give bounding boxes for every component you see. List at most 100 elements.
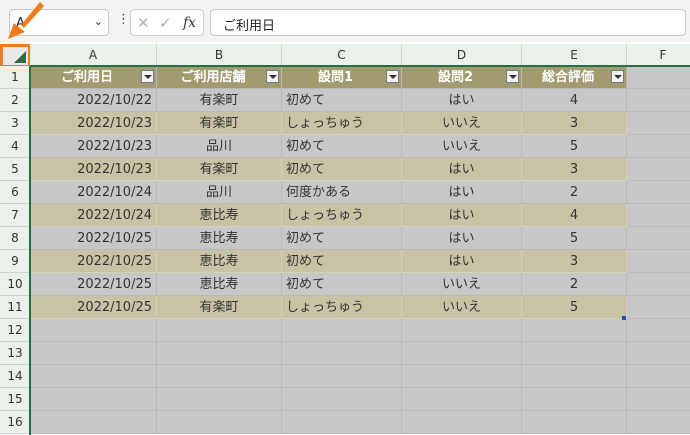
cell-f6[interactable]	[627, 181, 690, 204]
table-cell[interactable]: はい	[402, 227, 522, 250]
table-cell[interactable]: いいえ	[402, 135, 522, 158]
filter-dropdown-icon[interactable]	[141, 70, 154, 83]
row-header-15[interactable]: 15	[0, 388, 30, 411]
cell-d12[interactable]	[402, 319, 522, 342]
table-cell[interactable]: 5	[522, 135, 627, 158]
table-cell[interactable]: 2022/10/25	[30, 273, 157, 296]
table-cell[interactable]: 2	[522, 273, 627, 296]
cell-f13[interactable]	[627, 342, 690, 365]
table-cell[interactable]: はい	[402, 204, 522, 227]
table-cell[interactable]: 有楽町	[157, 158, 282, 181]
row-header-7[interactable]: 7	[0, 204, 30, 227]
cell-c15[interactable]	[282, 388, 402, 411]
table-cell[interactable]: はい	[402, 250, 522, 273]
cell-f1[interactable]	[627, 66, 690, 89]
table-cell[interactable]: 2022/10/23	[30, 112, 157, 135]
more-vertical-icon[interactable]: ⋮	[117, 12, 130, 27]
cell-a12[interactable]	[30, 319, 157, 342]
table-cell[interactable]: 初めて	[282, 158, 402, 181]
table-cell[interactable]: 恵比寿	[157, 250, 282, 273]
cell-f4[interactable]	[627, 135, 690, 158]
cell-f14[interactable]	[627, 365, 690, 388]
insert-function-icon[interactable]: fx	[183, 15, 196, 31]
cell-b16[interactable]	[157, 411, 282, 434]
cell-a14[interactable]	[30, 365, 157, 388]
table-cell[interactable]: 2022/10/24	[30, 204, 157, 227]
row-header-10[interactable]: 10	[0, 273, 30, 296]
row-header-2[interactable]: 2	[0, 89, 30, 112]
table-cell[interactable]: はい	[402, 181, 522, 204]
table-cell[interactable]: 恵比寿	[157, 204, 282, 227]
table-cell[interactable]: 初めて	[282, 89, 402, 112]
row-header-12[interactable]: 12	[0, 319, 30, 342]
cell-c12[interactable]	[282, 319, 402, 342]
cell-f15[interactable]	[627, 388, 690, 411]
cell-f12[interactable]	[627, 319, 690, 342]
cell-e12[interactable]	[522, 319, 627, 342]
column-header-d[interactable]: D	[402, 44, 522, 66]
row-header-8[interactable]: 8	[0, 227, 30, 250]
cell-f5[interactable]	[627, 158, 690, 181]
filter-dropdown-icon[interactable]	[386, 70, 399, 83]
cell-b12[interactable]	[157, 319, 282, 342]
column-header-f[interactable]: F	[627, 44, 690, 66]
table-cell[interactable]: しょっちゅう	[282, 296, 402, 319]
cell-f10[interactable]	[627, 273, 690, 296]
chevron-down-icon[interactable]: ⌄	[94, 15, 103, 28]
cancel-icon[interactable]: ✕	[137, 14, 150, 32]
table-cell[interactable]: 4	[522, 204, 627, 227]
enter-icon[interactable]: ✓	[159, 14, 172, 32]
row-header-3[interactable]: 3	[0, 112, 30, 135]
cell-e14[interactable]	[522, 365, 627, 388]
cell-e13[interactable]	[522, 342, 627, 365]
table-cell[interactable]: 3	[522, 158, 627, 181]
cell-d14[interactable]	[402, 365, 522, 388]
row-header-1[interactable]: 1	[0, 66, 30, 89]
cell-e16[interactable]	[522, 411, 627, 434]
formula-input[interactable]: ご利用日	[210, 9, 686, 36]
cell-c13[interactable]	[282, 342, 402, 365]
table-cell[interactable]: 品川	[157, 135, 282, 158]
table-cell[interactable]: はい	[402, 89, 522, 112]
table-header-cell[interactable]: 設問1	[282, 66, 402, 89]
column-header-a[interactable]: A	[30, 44, 157, 66]
table-cell[interactable]: 有楽町	[157, 296, 282, 319]
table-cell[interactable]: 何度かある	[282, 181, 402, 204]
row-header-4[interactable]: 4	[0, 135, 30, 158]
table-cell[interactable]: 2022/10/23	[30, 158, 157, 181]
table-header-cell[interactable]: ご利用店舗	[157, 66, 282, 89]
table-cell[interactable]: 初めて	[282, 250, 402, 273]
cell-b14[interactable]	[157, 365, 282, 388]
table-header-cell[interactable]: 設問2	[402, 66, 522, 89]
table-header-cell[interactable]: ご利用日	[30, 66, 157, 89]
table-cell[interactable]: 2022/10/24	[30, 181, 157, 204]
column-header-c[interactable]: C	[282, 44, 402, 66]
table-cell[interactable]: はい	[402, 158, 522, 181]
table-cell[interactable]: 恵比寿	[157, 273, 282, 296]
row-header-6[interactable]: 6	[0, 181, 30, 204]
table-cell[interactable]: 3	[522, 112, 627, 135]
row-header-13[interactable]: 13	[0, 342, 30, 365]
table-cell[interactable]: しょっちゅう	[282, 112, 402, 135]
filter-dropdown-icon[interactable]	[506, 70, 519, 83]
cell-f2[interactable]	[627, 89, 690, 112]
cell-d16[interactable]	[402, 411, 522, 434]
column-header-e[interactable]: E	[522, 44, 627, 66]
table-cell[interactable]: 2022/10/25	[30, 227, 157, 250]
table-cell[interactable]: 5	[522, 296, 627, 319]
cell-c16[interactable]	[282, 411, 402, 434]
filter-dropdown-icon[interactable]	[266, 70, 279, 83]
row-header-11[interactable]: 11	[0, 296, 30, 319]
cell-f11[interactable]	[627, 296, 690, 319]
cell-a16[interactable]	[30, 411, 157, 434]
cell-e15[interactable]	[522, 388, 627, 411]
row-header-16[interactable]: 16	[0, 411, 30, 434]
cell-d13[interactable]	[402, 342, 522, 365]
row-header-5[interactable]: 5	[0, 158, 30, 181]
table-cell[interactable]: 2022/10/25	[30, 250, 157, 273]
cell-b15[interactable]	[157, 388, 282, 411]
cell-f16[interactable]	[627, 411, 690, 434]
cell-a13[interactable]	[30, 342, 157, 365]
cell-b13[interactable]	[157, 342, 282, 365]
cell-f7[interactable]	[627, 204, 690, 227]
